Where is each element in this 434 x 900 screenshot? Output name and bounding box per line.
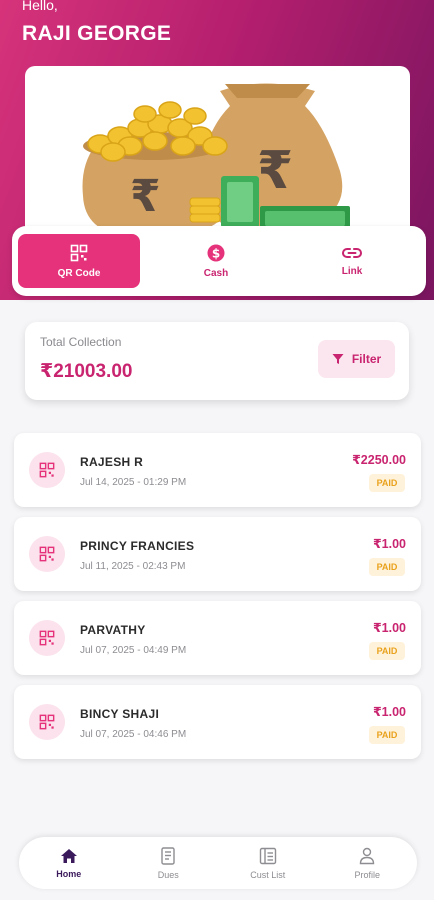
total-collection-value: ₹21003.00	[40, 361, 133, 382]
transaction-name: PRINCY FRANCIES	[80, 539, 195, 553]
rupee-symbol-small: ₹	[130, 171, 161, 222]
transaction-date: Jul 14, 2025 - 01:29 PM	[80, 477, 187, 488]
filter-button[interactable]: Filter	[318, 340, 395, 378]
transaction-row[interactable]: PRINCY FRANCIES Jul 11, 2025 - 02:43 PM …	[14, 517, 421, 591]
cust-list-icon	[259, 847, 276, 864]
transaction-row[interactable]: PARVATHY Jul 07, 2025 - 04:49 PM ₹1.00 P…	[14, 601, 421, 675]
qr-code-icon	[70, 244, 88, 261]
transaction-row[interactable]: BINCY SHAJI Jul 07, 2025 - 04:46 PM ₹1.0…	[14, 685, 421, 759]
payment-method-label: QR Code	[57, 267, 101, 279]
payment-method-link[interactable]: Link	[284, 234, 420, 288]
payment-method-cash[interactable]: $ Cash	[148, 234, 284, 288]
transaction-amount: ₹2250.00	[352, 453, 406, 467]
profile-icon	[360, 847, 375, 864]
dues-icon	[161, 846, 175, 865]
link-icon	[342, 247, 362, 258]
qr-code-icon	[29, 620, 65, 656]
transaction-amount: ₹1.00	[372, 621, 406, 635]
cash-icon: $	[207, 244, 225, 261]
filter-icon	[332, 354, 344, 364]
status-badge: PAID	[369, 726, 405, 744]
qr-code-icon	[29, 536, 65, 572]
transaction-amount: ₹1.00	[372, 705, 406, 719]
header-hero: Hello, RAJI GEORGE ₹ ₹ QR Code $ Cash Li…	[0, 0, 434, 300]
payment-method-label: Cash	[203, 267, 229, 279]
total-collection-label: Total Collection	[40, 335, 122, 349]
total-collection-card: Total Collection ₹21003.00 Filter	[25, 322, 409, 400]
svg-text:$: $	[212, 246, 220, 260]
qr-code-icon	[29, 704, 65, 740]
home-icon	[60, 848, 77, 863]
nav-dues[interactable]: Dues	[128, 846, 208, 880]
rupee-symbol-large: ₹	[257, 141, 293, 201]
filter-label: Filter	[351, 352, 382, 366]
transaction-date: Jul 11, 2025 - 02:43 PM	[80, 561, 186, 572]
transaction-amount: ₹1.00	[372, 537, 406, 551]
payment-method-label: Link	[341, 265, 363, 277]
payment-method-qr-code[interactable]: QR Code	[18, 234, 140, 288]
transaction-row[interactable]: RAJESH R Jul 14, 2025 - 01:29 PM ₹2250.0…	[14, 433, 421, 507]
transaction-name: RAJESH R	[80, 455, 144, 469]
nav-label: Home	[56, 868, 82, 879]
nav-home[interactable]: Home	[29, 848, 109, 879]
nav-label: Profile	[354, 869, 380, 880]
transaction-date: Jul 07, 2025 - 04:46 PM	[80, 729, 187, 740]
payment-method-selector: QR Code $ Cash Link	[12, 226, 426, 296]
bottom-navigation: Home Dues Cust List Profile	[19, 837, 417, 889]
user-name: RAJI GEORGE	[22, 22, 172, 45]
money-bags-illustration: ₹ ₹	[25, 66, 410, 238]
transaction-name: PARVATHY	[80, 623, 146, 637]
greeting-text: Hello,	[22, 0, 58, 13]
transaction-date: Jul 07, 2025 - 04:49 PM	[80, 645, 187, 656]
transaction-name: BINCY SHAJI	[80, 707, 160, 721]
status-badge: PAID	[369, 558, 405, 576]
nav-cust-list[interactable]: Cust List	[228, 847, 308, 880]
status-badge: PAID	[369, 474, 405, 492]
nav-label: Dues	[157, 869, 179, 880]
qr-code-icon	[29, 452, 65, 488]
status-badge: PAID	[369, 642, 405, 660]
nav-profile[interactable]: Profile	[327, 847, 407, 880]
nav-label: Cust List	[250, 869, 286, 880]
